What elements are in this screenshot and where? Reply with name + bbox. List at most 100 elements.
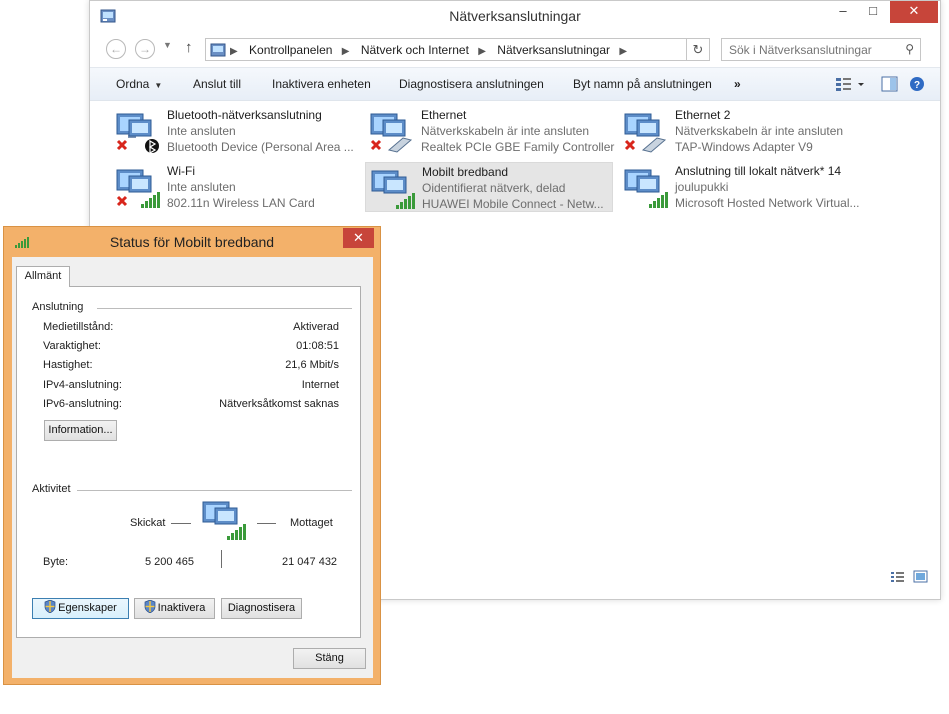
help-icon[interactable]: ? bbox=[910, 77, 924, 91]
breadcrumb-item[interactable]: Nätverk och Internet bbox=[361, 43, 469, 57]
adapter-ethernet[interactable]: Ethernet Nätverkskabeln är inte ansluten… bbox=[365, 106, 615, 156]
breadcrumb-item[interactable]: Nätverksanslutningar bbox=[497, 43, 610, 57]
disable-device-button[interactable]: Inaktivera enheten bbox=[272, 77, 371, 91]
search-input[interactable] bbox=[722, 39, 892, 60]
ipv6-label: IPv6-anslutning: bbox=[43, 398, 122, 410]
organize-menu[interactable]: Ordna ▼ bbox=[116, 77, 162, 91]
speed-label: Hastighet: bbox=[43, 359, 93, 371]
adapter-status: Nätverkskabeln är inte ansluten bbox=[421, 124, 590, 138]
adapter-wifi[interactable]: Wi-Fi Inte ansluten 802.11n Wireless LAN… bbox=[111, 162, 359, 212]
adapter-name: Bluetooth-nätverksanslutning bbox=[167, 108, 322, 122]
adapter-device: HUAWEI Mobile Connect - Netw... bbox=[422, 197, 604, 211]
media-state-value: Aktiverad bbox=[293, 321, 339, 333]
minimize-button[interactable]: – bbox=[828, 1, 858, 23]
details-view-icon[interactable] bbox=[891, 572, 904, 582]
breadcrumb-item[interactable]: Kontrollpanelen bbox=[249, 43, 332, 57]
bluetooth-network-icon bbox=[116, 113, 159, 154]
up-arrow-icon[interactable]: ↑ bbox=[185, 39, 193, 56]
adapter-status: Inte ansluten bbox=[167, 124, 236, 138]
dialog-title: Status för Mobilt bredband bbox=[109, 234, 275, 250]
close-button[interactable]: ✕ bbox=[890, 1, 938, 23]
maximize-button[interactable]: □ bbox=[858, 1, 888, 23]
ipv6-value: Nätverksåtkomst saknas bbox=[219, 398, 339, 410]
window-title: Nätverksanslutningar bbox=[449, 8, 581, 24]
uac-shield-icon bbox=[144, 600, 155, 613]
breadcrumb-separator-icon[interactable]: ▶ bbox=[230, 46, 238, 57]
recent-locations-chevron-icon[interactable]: ▼ bbox=[163, 40, 172, 50]
breadcrumb-separator-icon[interactable]: ▶ bbox=[478, 46, 486, 57]
search-icon[interactable]: ⚲ bbox=[905, 42, 914, 56]
adapter-device: Bluetooth Device (Personal Area ... bbox=[167, 140, 354, 154]
tab-general[interactable]: Allmänt bbox=[16, 266, 70, 287]
connection-group-label: Anslutning bbox=[32, 301, 90, 313]
group-divider bbox=[73, 490, 352, 491]
diagnose-button[interactable]: Diagnostisera bbox=[221, 598, 302, 619]
information-button[interactable]: Information... bbox=[44, 420, 117, 441]
rename-connection-button[interactable]: Byt namn på anslutningen bbox=[573, 77, 712, 91]
adapter-name: Ethernet bbox=[421, 108, 467, 122]
dialog-close-button[interactable]: ✕ bbox=[343, 228, 374, 248]
duration-value: 01:08:51 bbox=[296, 340, 339, 352]
breadcrumb: ▶ Kontrollpanelen ▶ Nätverk och Internet… bbox=[230, 43, 635, 57]
adapter-device: Realtek PCIe GBE Family Controller bbox=[421, 140, 615, 154]
disable-button[interactable]: Inaktivera bbox=[134, 598, 215, 619]
adapter-device: TAP-Windows Adapter V9 bbox=[675, 140, 813, 154]
adapter-device: 802.11n Wireless LAN Card bbox=[167, 196, 315, 210]
adapter-ethernet-2[interactable]: Ethernet 2 Nätverkskabeln är inte anslut… bbox=[619, 106, 867, 156]
adapter-mobile-broadband[interactable]: Mobilt bredband Oidentifierat nätverk, d… bbox=[365, 162, 613, 212]
forward-arrow-icon[interactable]: → bbox=[135, 39, 155, 59]
adapter-local-network-14[interactable]: Anslutning till lokalt nätverk* 14 joulu… bbox=[619, 162, 867, 212]
breadcrumb-separator-icon[interactable]: ▶ bbox=[342, 46, 350, 57]
adapter-name: Mobilt bredband bbox=[422, 165, 509, 179]
ipv4-label: IPv4-anslutning: bbox=[43, 379, 122, 391]
svg-text:?: ? bbox=[914, 80, 920, 91]
control-panel-icon bbox=[210, 43, 226, 57]
search-field[interactable]: ⚲ bbox=[721, 38, 921, 61]
received-line bbox=[257, 523, 276, 524]
adapter-status: Inte ansluten bbox=[167, 180, 236, 194]
organize-label: Ordna bbox=[116, 77, 150, 91]
duration-label: Varaktighet: bbox=[43, 340, 101, 352]
dialog-title-bar[interactable]: Status för Mobilt bredband ✕ bbox=[4, 227, 380, 257]
title-bar[interactable]: Nätverksanslutningar – □ ✕ bbox=[90, 1, 940, 32]
command-bar: Ordna ▼ Anslut till Inaktivera enheten Di… bbox=[90, 67, 940, 101]
change-view-icon[interactable] bbox=[836, 78, 864, 91]
adapter-status: Oidentifierat nätverk, delad bbox=[422, 181, 566, 195]
bytes-label: Byte: bbox=[43, 556, 69, 568]
uac-shield-icon bbox=[44, 600, 56, 613]
received-label: Mottaget bbox=[290, 517, 333, 529]
ethernet-network-icon bbox=[370, 113, 413, 153]
dialog-body: Allmänt Anslutning Medietillstånd: Aktiv… bbox=[12, 257, 373, 678]
diagnose-connection-button[interactable]: Diagnostisera anslutningen bbox=[399, 77, 544, 91]
properties-button[interactable]: Egenskaper bbox=[32, 598, 129, 619]
mobile-broadband-icon bbox=[371, 170, 415, 209]
chevron-down-icon: ▼ bbox=[154, 81, 163, 90]
preview-pane-icon[interactable] bbox=[881, 76, 898, 92]
media-state-label: Medietillstånd: bbox=[43, 321, 114, 333]
disable-label: Inaktivera bbox=[157, 602, 206, 614]
adapter-status: Nätverkskabeln är inte ansluten bbox=[675, 124, 844, 138]
large-icons-view-icon[interactable] bbox=[913, 570, 928, 583]
speed-value: 21,6 Mbit/s bbox=[285, 359, 339, 371]
address-field[interactable]: ▶ Kontrollpanelen ▶ Nätverk och Internet… bbox=[205, 38, 710, 61]
activity-group-label: Aktivitet bbox=[32, 483, 77, 495]
wifi-network-icon bbox=[116, 169, 160, 208]
bytes-received-value: 21 047 432 bbox=[282, 556, 338, 568]
properties-label: Egenskaper bbox=[58, 602, 117, 614]
bytes-sent-value: 5 200 465 bbox=[145, 556, 194, 568]
view-controls: ? bbox=[834, 75, 926, 96]
adapter-bluetooth[interactable]: Bluetooth-nätverksanslutning Inte anslut… bbox=[111, 106, 359, 156]
breadcrumb-separator-icon[interactable]: ▶ bbox=[619, 46, 627, 57]
connect-to-button[interactable]: Anslut till bbox=[193, 77, 241, 91]
more-commands-button[interactable]: » bbox=[734, 77, 741, 91]
address-bar: ← → ▼ ↑ ▶ Kontrollpanelen ▶ Nätverk och … bbox=[90, 34, 940, 64]
refresh-icon[interactable]: ↻ bbox=[686, 38, 710, 61]
adapter-name: Anslutning till lokalt nätverk* 14 bbox=[675, 164, 842, 178]
ipv4-value: Internet bbox=[301, 379, 339, 391]
ethernet-network-icon bbox=[624, 113, 667, 153]
adapter-name: Wi-Fi bbox=[167, 164, 195, 178]
sent-label: Skickat bbox=[130, 517, 166, 529]
adapter-name: Ethernet 2 bbox=[675, 108, 731, 122]
close-dialog-button[interactable]: Stäng bbox=[293, 648, 366, 669]
back-arrow-icon[interactable]: ← bbox=[106, 39, 126, 59]
